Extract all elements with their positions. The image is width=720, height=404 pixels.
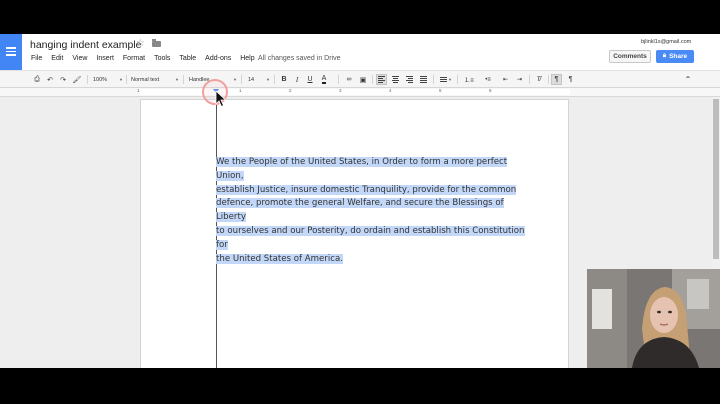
divider — [183, 75, 184, 84]
ruler-number: 5 — [439, 88, 442, 93]
mouse-pointer-icon — [215, 90, 227, 108]
webcam-overlay — [587, 269, 720, 368]
zoom-value: 100% — [93, 76, 108, 83]
divider — [457, 75, 458, 84]
star-icon[interactable]: ☆ — [136, 38, 145, 49]
menu-tools[interactable]: Tools — [154, 55, 170, 62]
bold-button[interactable]: B — [279, 74, 289, 85]
divider — [372, 75, 373, 84]
menu-view[interactable]: View — [72, 55, 87, 62]
doc-title[interactable]: hanging indent example — [30, 39, 142, 51]
italic-button[interactable]: I — [292, 74, 302, 85]
paragraph-ltr-button[interactable]: ¶ — [551, 74, 562, 85]
text-line: to ourselves and our Posterity, do ordai… — [216, 225, 525, 250]
divider — [241, 75, 242, 84]
comments-button[interactable]: Comments — [609, 50, 651, 63]
chevron-down-icon: ▼ — [175, 77, 179, 82]
ruler-number: 2 — [289, 88, 292, 93]
underline-button[interactable]: U — [305, 74, 315, 85]
menu-format[interactable]: Format — [123, 55, 145, 62]
redo-icon[interactable]: ↷ — [58, 74, 68, 85]
ruler-number: 1 — [239, 88, 242, 93]
line-spacing-button[interactable]: ▼ — [438, 74, 454, 85]
text-line: We the People of the United States, in O… — [216, 157, 508, 181]
text-line: the United States of America. — [216, 253, 343, 264]
justify-button[interactable] — [418, 74, 429, 85]
paragraph-ltr-icon: ¶ — [554, 76, 559, 83]
menu-edit[interactable]: Edit — [51, 55, 63, 62]
bulleted-list-icon: •≡ — [485, 76, 491, 83]
justify-icon — [420, 75, 427, 84]
docs-logo-icon[interactable] — [0, 34, 22, 70]
paragraph-rtl-button[interactable]: ¶ — [565, 74, 576, 85]
text-line: defence, promote the general Welfare, an… — [216, 198, 504, 223]
divider — [529, 75, 530, 84]
divider — [87, 75, 88, 84]
style-value: Normal text — [131, 76, 160, 83]
ruler[interactable]: 1 1 2 3 4 5 6 — [0, 88, 720, 97]
letterbox-bottom — [0, 368, 720, 404]
header: hanging indent example ☆ File Edit View … — [0, 34, 720, 70]
decrease-indent-icon[interactable]: ⇤ — [500, 74, 511, 85]
text-color-label: A — [321, 75, 327, 84]
folder-icon[interactable] — [152, 39, 161, 47]
paragraph-rtl-icon: ¶ — [568, 76, 573, 83]
numbered-list-icon: ⒈≡ — [464, 78, 474, 84]
menu-help[interactable]: Help — [240, 55, 254, 62]
menu-table[interactable]: Table — [179, 55, 196, 62]
ruler-number: 6 — [489, 88, 492, 93]
ruler-number: 3 — [339, 88, 342, 93]
divider — [433, 75, 434, 84]
bulleted-list-button[interactable]: •≡ — [480, 74, 496, 85]
align-center-button[interactable] — [390, 74, 401, 85]
align-right-button[interactable] — [404, 74, 415, 85]
share-button[interactable]: 🔒︎ Share — [656, 50, 694, 63]
font-size-value: 14 — [248, 76, 255, 83]
align-right-icon — [406, 75, 413, 84]
webcam-image — [587, 269, 720, 368]
ruler-number: 4 — [389, 88, 392, 93]
account-email[interactable]: bjlinkl1s@gmail.com — [641, 39, 691, 45]
align-left-button[interactable] — [376, 74, 387, 85]
clear-formatting-icon[interactable]: T̸ — [533, 74, 544, 85]
paint-format-icon[interactable]: 🖌︎ — [72, 74, 82, 85]
link-icon[interactable]: ∞ — [343, 74, 355, 85]
menu-file[interactable]: File — [31, 55, 42, 62]
share-label: Share — [669, 53, 688, 60]
print-icon[interactable]: ⎙ — [32, 74, 42, 85]
collapse-menu-icon[interactable]: ⌃ — [683, 74, 693, 85]
document-body[interactable]: We the People of the United States, in O… — [216, 156, 536, 266]
line-spacing-icon — [440, 76, 448, 83]
divider — [548, 75, 549, 84]
divider — [338, 75, 339, 84]
menubar: File Edit View Insert Format Tools Table… — [31, 55, 264, 62]
chevron-down-icon: ▼ — [266, 77, 270, 82]
increase-indent-icon[interactable]: ⇥ — [514, 74, 525, 85]
toolbar: ⎙ ↶ ↷ 🖌︎ 100% ▼ Normal text ▼ Handlee ▼ 14 ▼… — [0, 70, 720, 88]
scrollbar-thumb[interactable] — [713, 99, 719, 259]
save-status[interactable]: All changes saved in Drive — [258, 55, 341, 62]
chevron-down-icon: ▼ — [233, 77, 237, 82]
undo-icon[interactable]: ↶ — [45, 74, 55, 85]
lock-icon: 🔒︎ — [662, 53, 667, 59]
menu-add-ons[interactable]: Add-ons — [205, 55, 231, 62]
numbered-list-button[interactable]: ⒈≡ — [461, 74, 477, 85]
font-size-select[interactable]: 14 ▼ — [248, 74, 270, 85]
document-page[interactable]: We the People of the United States, in O… — [140, 99, 569, 368]
zoom-select[interactable]: 100% ▼ — [93, 74, 123, 85]
ruler-number: 1 — [137, 88, 140, 93]
text-color-button[interactable]: A — [318, 74, 330, 85]
align-left-icon — [378, 75, 385, 84]
chevron-down-icon: ▼ — [448, 77, 452, 82]
style-select[interactable]: Normal text ▼ — [131, 74, 179, 85]
divider — [274, 75, 275, 84]
chevron-down-icon: ▼ — [119, 77, 123, 82]
menu-insert[interactable]: Insert — [96, 55, 114, 62]
comment-icon[interactable]: ▣ — [358, 74, 368, 85]
align-center-icon — [392, 75, 399, 84]
divider — [126, 75, 127, 84]
text-line: establish Justice, insure domestic Tranq… — [216, 184, 517, 195]
google-docs-window: hanging indent example ☆ File Edit View … — [0, 34, 720, 368]
